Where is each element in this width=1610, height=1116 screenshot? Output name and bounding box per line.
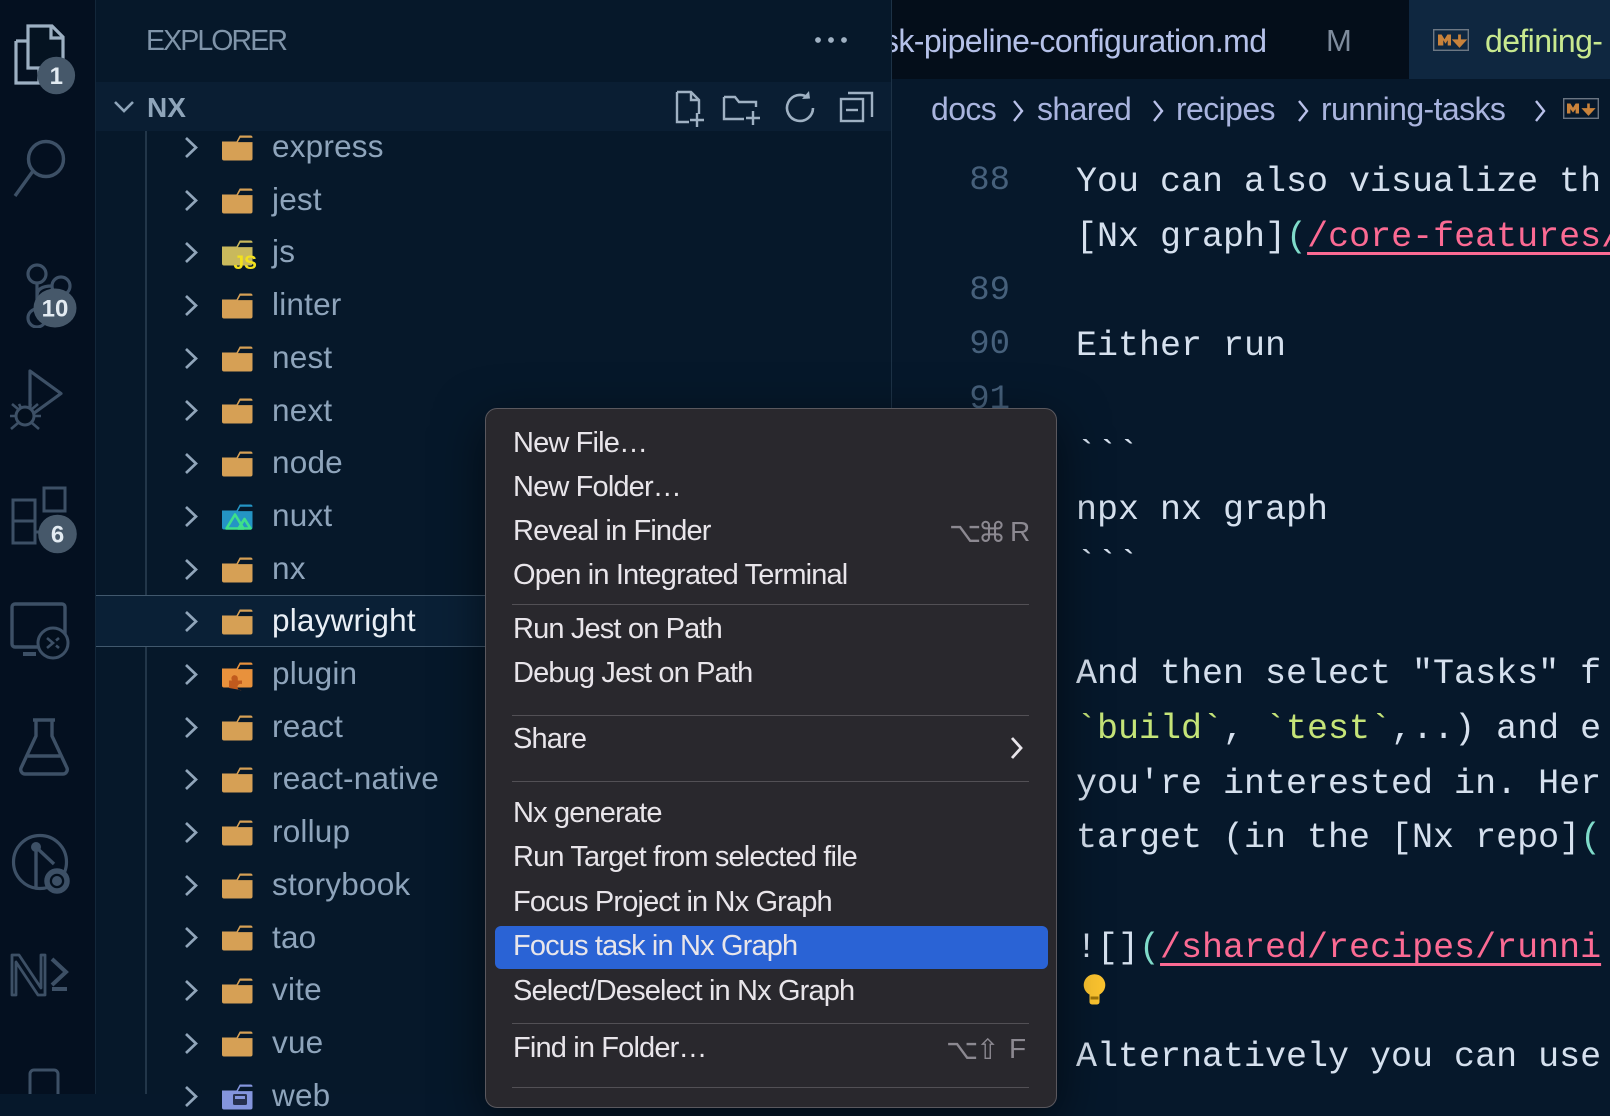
svg-text:JS: JS [234, 253, 257, 274]
svg-text:1: 1 [50, 63, 63, 90]
svg-text:10: 10 [42, 296, 69, 323]
svg-text:6: 6 [51, 522, 64, 549]
